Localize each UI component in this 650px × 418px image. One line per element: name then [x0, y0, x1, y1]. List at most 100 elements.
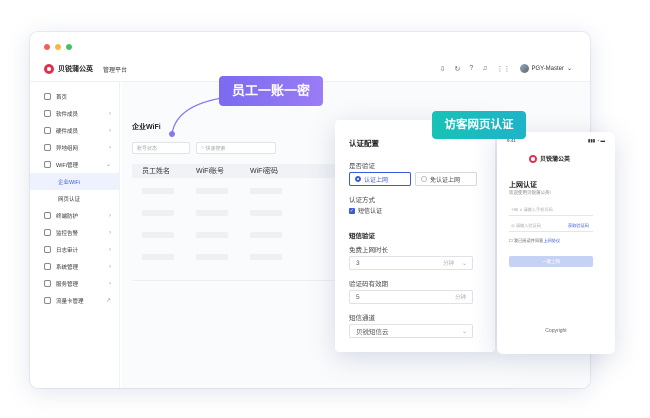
home-icon: [44, 93, 51, 100]
page-title: 企业WiFi: [132, 124, 161, 131]
phone-mockup: 9:41 ▮▮▮ ◔ ▬ 贝锐蒲公英 上网认证 欢迎使用贝锐蒲公英! +86 ∨…: [497, 132, 615, 354]
search-input[interactable]: ○ 快速搜索: [196, 142, 276, 154]
agree-text: 我已阅读并同意: [513, 238, 544, 243]
connect-button[interactable]: 一键上网: [509, 256, 593, 267]
verification-code-input[interactable]: ◎ 请输入验证码 获取验证码: [509, 220, 593, 232]
wifi-icon: [44, 161, 51, 168]
logo-text: 贝锐蒲公英: [58, 66, 93, 73]
chevron-down-icon: ⌄: [566, 66, 572, 72]
code-expiry-input[interactable]: 5 分钟: [349, 290, 473, 304]
sidebar-item-web-auth[interactable]: 网页认证: [30, 190, 119, 207]
sidebar-item-label: 流量卡管理: [56, 298, 84, 305]
sidebar-item-software-members[interactable]: 软件成员 ›: [30, 105, 119, 122]
refresh-icon[interactable]: ↻: [454, 65, 460, 73]
search-placeholder: 快速搜索: [205, 145, 226, 152]
sidebar-item-data-card[interactable]: 流量卡管理 ↗: [30, 292, 119, 309]
agreement-link[interactable]: 上网协议: [543, 238, 560, 243]
apps-grid-icon[interactable]: ⋮⋮: [497, 65, 511, 73]
sidebar-item-home[interactable]: 首页: [30, 88, 119, 105]
close-window-button[interactable]: [44, 44, 50, 50]
free-duration-select[interactable]: 3 分钟 ⌄: [349, 256, 473, 270]
checkbox-label: 短信认证: [358, 209, 383, 215]
user-menu[interactable]: PGY-Master ⌄: [519, 64, 572, 73]
chevron-right-icon: ›: [109, 246, 111, 253]
chevron-right-icon: ›: [109, 263, 111, 270]
verify-label: 是否验证: [349, 163, 375, 170]
brand: 贝锐蒲公英 管理平台: [44, 64, 127, 74]
chevron-right-icon: ›: [109, 110, 111, 117]
sidebar: 首页 软件成员 › 硬件成员 › 异地组网 › WiFi管理 ⌄ 企业WiFi 网页认证…: [30, 82, 120, 388]
sidebar-item-hardware-members[interactable]: 硬件成员 ›: [30, 122, 119, 139]
network-icon: [44, 144, 51, 151]
sidebar-item-label: WiFi管理: [56, 162, 78, 169]
sidebar-item-label: 终端防护: [56, 213, 79, 220]
field-value: 5: [356, 293, 360, 301]
sms-auth-checkbox[interactable]: ✓ 短信认证: [349, 206, 382, 215]
field-value: 3: [356, 259, 360, 267]
sidebar-item-enterprise-wifi[interactable]: 企业WiFi: [30, 173, 119, 190]
get-code-button[interactable]: 获取验证码: [568, 223, 589, 229]
auth-config-panel: 认证配置 是否验证 认证上网 免认证上网 认证方式 ✓ 短信认证 短信验证 免费上…: [335, 120, 495, 352]
help-icon[interactable]: ?: [469, 65, 473, 72]
phone-number-placeholder: +86 ∨ 请输入手机号码: [511, 206, 553, 212]
chevron-right-icon: ›: [109, 127, 111, 134]
chevron-right-icon: ›: [109, 212, 111, 219]
radio-checked-icon: [355, 176, 361, 182]
sidebar-item-label: 日志审计: [56, 247, 79, 254]
service-icon: [44, 280, 51, 287]
logo-icon: [529, 154, 537, 163]
phone-number-input[interactable]: +86 ∨ 请输入手机号码: [509, 204, 593, 216]
chevron-down-icon: ⌄: [105, 162, 111, 168]
stage: 贝锐蒲公英 管理平台 ⇩ ↻ ? ♫ ⋮⋮ PGY-Master ⌄ 首页 软件…: [0, 0, 650, 418]
avatar: [519, 64, 529, 73]
radio-auth-online[interactable]: 认证上网: [349, 172, 411, 186]
shield-icon: [44, 212, 51, 219]
method-label: 认证方式: [349, 197, 375, 204]
chevron-right-icon: ›: [109, 144, 111, 151]
column-wifi-account: WiFi账号: [196, 168, 224, 175]
card-icon: [44, 297, 51, 304]
alarm-icon: [44, 229, 51, 236]
maximize-window-button[interactable]: [66, 44, 72, 50]
chevron-right-icon: ›: [109, 280, 111, 287]
phone-logo-text: 贝锐蒲公英: [540, 157, 571, 163]
agreement-checkbox[interactable]: ☐ 我已阅读并同意上网协议: [509, 238, 560, 244]
sidebar-item-remote-network[interactable]: 异地组网 ›: [30, 139, 119, 156]
sidebar-item-label: 系统管理: [56, 264, 79, 271]
checkbox-checked-icon: ✓: [349, 207, 355, 214]
logo-icon: [44, 64, 54, 74]
chevron-right-icon: ›: [109, 229, 111, 236]
sidebar-item-label: 首页: [56, 94, 68, 101]
field-unit: 分钟: [442, 261, 454, 267]
external-link-icon: ↗: [105, 298, 111, 304]
status-filter[interactable]: 账号状态: [132, 142, 190, 154]
radio-free-online[interactable]: 免认证上网: [415, 172, 477, 186]
bell-icon[interactable]: ♫: [482, 65, 487, 72]
sidebar-item-monitoring[interactable]: 监控告警 ›: [30, 224, 119, 241]
sidebar-item-wifi-management[interactable]: WiFi管理 ⌄: [30, 156, 119, 173]
sidebar-item-label: 异地组网: [56, 145, 79, 152]
download-icon[interactable]: ⇩: [440, 65, 446, 73]
status-filter-placeholder: 账号状态: [137, 145, 158, 152]
sidebar-item-label: 企业WiFi: [58, 179, 80, 186]
user-name: PGY-Master: [531, 65, 564, 72]
sidebar-item-service[interactable]: 服务管理 ›: [30, 275, 119, 292]
window-controls: [44, 44, 72, 50]
toolbar: ⇩ ↻ ? ♫ ⋮⋮ PGY-Master ⌄: [440, 64, 572, 73]
sidebar-item-label: 硬件成员: [56, 128, 79, 135]
sidebar-item-label: 网页认证: [58, 196, 81, 203]
sidebar-item-system[interactable]: 系统管理 ›: [30, 258, 119, 275]
settings-icon: [44, 263, 51, 270]
sidebar-item-endpoint-protection[interactable]: 终端防护 ›: [30, 207, 119, 224]
free-duration-label: 免费上网时长: [349, 247, 388, 254]
panel-title: 认证配置: [349, 139, 379, 148]
sms-channel-select[interactable]: 贝锐短信云 ⌄: [349, 324, 473, 338]
chevron-down-icon: ⌄: [461, 260, 467, 267]
sidebar-item-label: 服务管理: [56, 281, 79, 288]
app-subtitle: 管理平台: [103, 67, 128, 74]
sidebar-item-log-audit[interactable]: 日志审计 ›: [30, 241, 119, 258]
code-placeholder: 请输入验证码: [515, 222, 541, 228]
field-unit: 分钟: [454, 295, 466, 301]
callout-one-account-one-password: 员工一账一密: [219, 76, 323, 106]
minimize-window-button[interactable]: [55, 44, 61, 50]
